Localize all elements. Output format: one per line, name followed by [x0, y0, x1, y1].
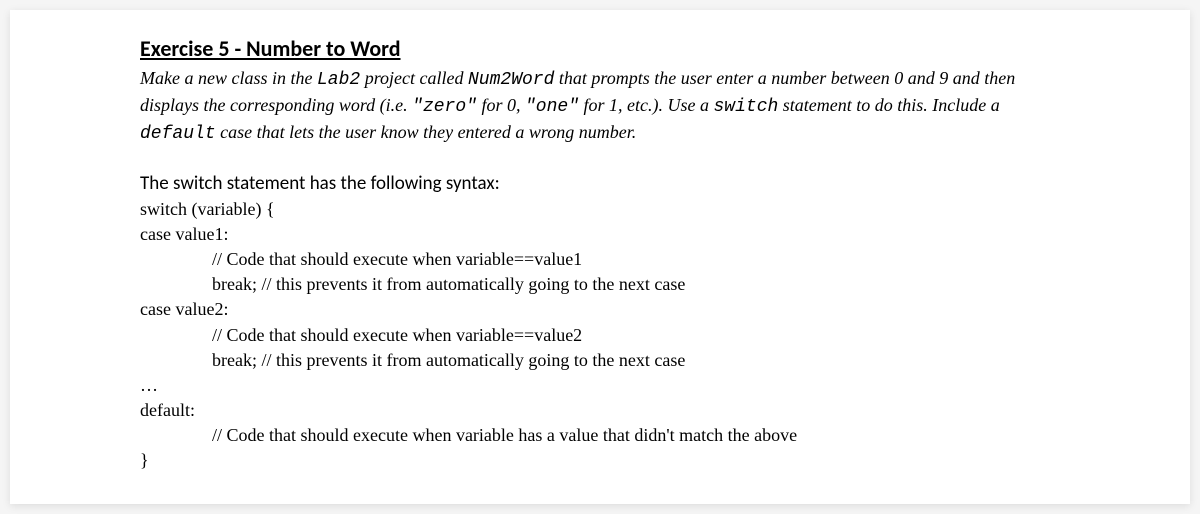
desc-text: case that lets the user know they entere…: [216, 122, 637, 142]
code-term-switch: switch: [713, 97, 778, 117]
desc-text: Make a new class in the: [140, 68, 317, 88]
desc-text: statement to do this. Include a: [778, 95, 999, 115]
code-line: // Code that should execute when variabl…: [140, 323, 1060, 348]
code-line: }: [140, 448, 1060, 473]
desc-text: project called: [360, 68, 468, 88]
code-line: case value1:: [140, 222, 1060, 247]
code-term-zero: "zero": [412, 97, 477, 117]
code-term-one: "one": [525, 97, 579, 117]
code-line: break; // this prevents it from automati…: [140, 272, 1060, 297]
code-line: // Code that should execute when variabl…: [140, 423, 1060, 448]
syntax-intro: The switch statement has the following s…: [140, 172, 1060, 195]
code-line: // Code that should execute when variabl…: [140, 247, 1060, 272]
code-line: switch (variable) {: [140, 197, 1060, 222]
code-term-default: default: [140, 124, 216, 144]
code-line: …: [140, 373, 1060, 398]
code-line: default:: [140, 398, 1060, 423]
code-line: case value2:: [140, 297, 1060, 322]
document-page: Exercise 5 - Number to Word Make a new c…: [10, 10, 1190, 504]
code-line: break; // this prevents it from automati…: [140, 348, 1060, 373]
code-term-lab2: Lab2: [317, 70, 360, 90]
exercise-description: Make a new class in the Lab2 project cal…: [140, 66, 1060, 148]
code-term-num2word: Num2Word: [468, 70, 554, 90]
desc-text: for 0,: [477, 95, 525, 115]
desc-text: for 1, etc.). Use a: [579, 95, 713, 115]
exercise-heading: Exercise 5 - Number to Word: [140, 35, 1060, 62]
